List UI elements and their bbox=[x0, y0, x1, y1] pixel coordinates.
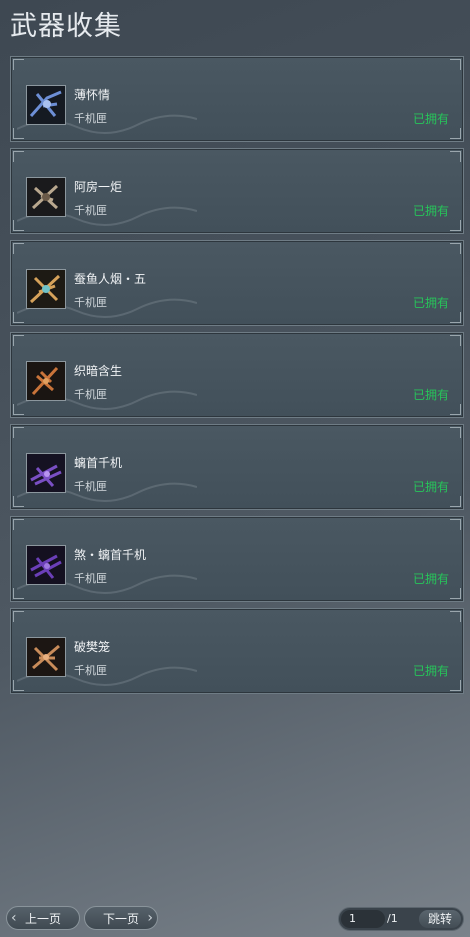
owned-status: 已拥有 bbox=[412, 572, 449, 586]
page-total: /1 bbox=[387, 912, 398, 925]
weapon-list: 薄怀情 千机匣 已拥有 阿房一炬 千机匣 已拥有 蚕鱼人烟・五 千机匣 已拥有 … bbox=[10, 56, 464, 700]
chevron-left-icon: ‹ bbox=[11, 910, 17, 926]
crossbow-bronze-icon bbox=[26, 361, 66, 401]
owned-status: 已拥有 bbox=[412, 388, 449, 402]
owned-status: 已拥有 bbox=[412, 480, 449, 494]
weapon-category: 千机匣 bbox=[74, 480, 107, 493]
weapon-category: 千机匣 bbox=[74, 296, 107, 309]
weapon-name: 螭首千机 bbox=[74, 456, 123, 470]
owned-status: 已拥有 bbox=[412, 296, 449, 310]
crossbow-copper-icon bbox=[26, 637, 66, 677]
next-page-button[interactable]: 下一页 › bbox=[84, 906, 158, 930]
jump-button[interactable]: 跳转 bbox=[419, 910, 461, 928]
weapon-category: 千机匣 bbox=[74, 204, 107, 217]
page-number-input[interactable]: 1 bbox=[341, 910, 385, 928]
weapon-name: 煞・螭首千机 bbox=[74, 548, 147, 562]
weapon-card[interactable]: 织暗含生 千机匣 已拥有 bbox=[10, 332, 464, 418]
weapon-card[interactable]: 破樊笼 千机匣 已拥有 bbox=[10, 608, 464, 694]
owned-status: 已拥有 bbox=[412, 112, 449, 126]
weapon-name: 阿房一炬 bbox=[74, 180, 123, 194]
next-page-label: 下一页 bbox=[102, 911, 139, 926]
crossbow-blue-icon bbox=[26, 85, 66, 125]
weapon-name: 蚕鱼人烟・五 bbox=[74, 272, 147, 286]
crossbow-gold-icon bbox=[26, 269, 66, 309]
weapon-category: 千机匣 bbox=[74, 664, 107, 677]
weapon-category: 千机匣 bbox=[74, 112, 107, 125]
weapon-name: 薄怀情 bbox=[74, 88, 111, 102]
crossbow-purple-icon bbox=[26, 453, 66, 493]
owned-status: 已拥有 bbox=[412, 204, 449, 218]
weapon-category: 千机匣 bbox=[74, 388, 107, 401]
page-jump-control: 1 /1 跳转 bbox=[338, 907, 464, 931]
weapon-card[interactable]: 阿房一炬 千机匣 已拥有 bbox=[10, 148, 464, 234]
page-title: 武器收集 bbox=[10, 11, 122, 42]
chevron-right-icon: › bbox=[147, 910, 153, 926]
prev-page-label: 上一页 bbox=[24, 911, 61, 926]
weapon-card[interactable]: 薄怀情 千机匣 已拥有 bbox=[10, 56, 464, 142]
prev-page-button[interactable]: ‹ 上一页 bbox=[6, 906, 80, 930]
weapon-card[interactable]: 煞・螭首千机 千机匣 已拥有 bbox=[10, 516, 464, 602]
weapon-card[interactable]: 蚕鱼人烟・五 千机匣 已拥有 bbox=[10, 240, 464, 326]
owned-status: 已拥有 bbox=[412, 664, 449, 678]
weapon-name: 织暗含生 bbox=[74, 364, 123, 378]
weapon-name: 破樊笼 bbox=[74, 640, 111, 654]
weapon-category: 千机匣 bbox=[74, 572, 107, 585]
crossbow-dark-icon bbox=[26, 177, 66, 217]
weapon-card[interactable]: 螭首千机 千机匣 已拥有 bbox=[10, 424, 464, 510]
crossbow-violet-icon bbox=[26, 545, 66, 585]
